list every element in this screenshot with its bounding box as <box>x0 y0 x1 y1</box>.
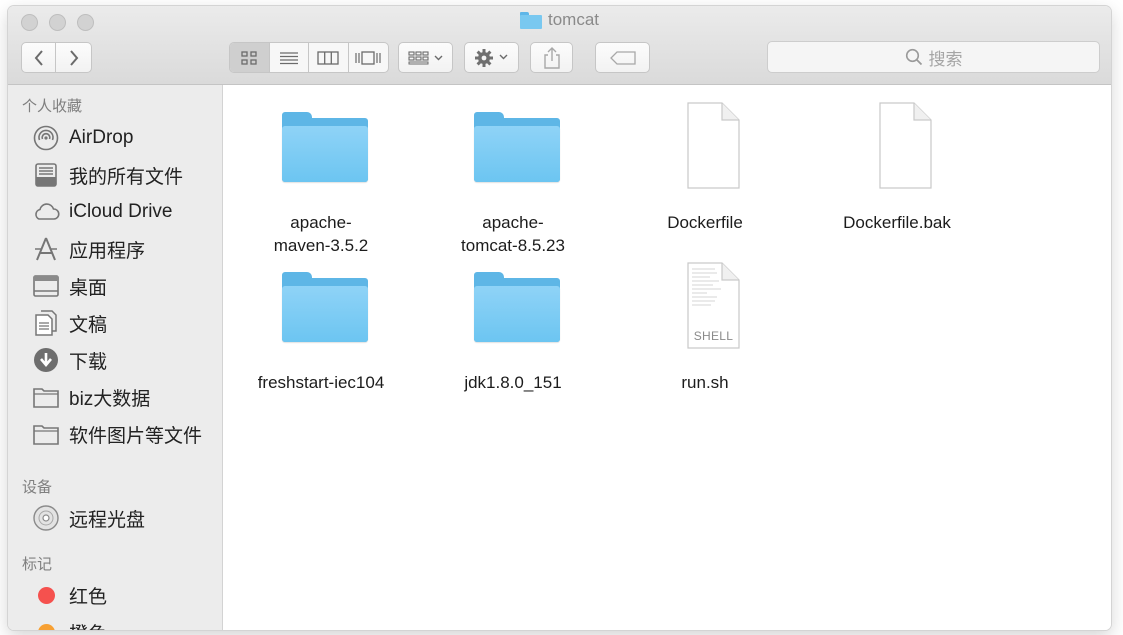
file-item-folder[interactable]: apache- tomcat-8.5.23 <box>417 101 609 257</box>
sidebar-item-documents[interactable]: 文稿 <box>32 308 217 338</box>
grid-view-icon <box>241 50 257 65</box>
remote-disc-icon <box>32 504 60 532</box>
sidebar-item-airdrop[interactable]: AirDrop <box>32 123 217 153</box>
sidebar-section-favorites: 个人收藏 <box>22 98 83 115</box>
back-button[interactable] <box>21 42 56 73</box>
sidebar-item-biz-bigdata[interactable]: biz大数据 <box>32 382 217 412</box>
search-icon <box>905 48 922 66</box>
sidebar-item-label: iCloud Drive <box>69 201 173 222</box>
chevron-left-icon <box>34 49 43 66</box>
sidebar-item-label: 下载 <box>69 351 108 373</box>
search-field[interactable]: 搜索 <box>767 41 1100 73</box>
sidebar-item-software[interactable]: 软件图片等文件 <box>32 419 217 449</box>
window-title-text: tomcat <box>547 10 600 29</box>
sidebar-item-label: 橙色 <box>69 619 107 631</box>
sidebar-item-downloads[interactable]: 下载 <box>32 345 217 375</box>
shell-script-icon: SHELL <box>655 261 755 361</box>
chevron-right-icon <box>69 49 78 66</box>
file-grid: apache- maven-3.5.2 apache- tomcat-8.5.2… <box>223 85 1111 630</box>
tag-dot-orange <box>32 618 60 630</box>
sidebar-item-label: 软件图片等文件 <box>69 425 203 447</box>
sidebar-item-tag-orange[interactable]: 橙色 <box>32 617 217 630</box>
arrange-button[interactable] <box>398 42 453 73</box>
sidebar-section-tags: 标记 <box>22 556 53 573</box>
documents-icon <box>32 309 60 337</box>
list-view-icon <box>279 51 298 64</box>
orange-dot-icon <box>37 623 55 630</box>
sidebar-item-icloud[interactable]: iCloud Drive <box>32 197 217 227</box>
toolbar: tomcat 搜索 <box>8 6 1111 85</box>
icon-view-button[interactable] <box>230 43 270 72</box>
share-icon <box>543 46 560 69</box>
view-mode-group <box>229 42 389 73</box>
sidebar-item-label: 红色 <box>69 586 108 608</box>
sidebar-item-label: 桌面 <box>69 277 108 299</box>
sidebar-item-desktop[interactable]: 桌面 <box>32 271 217 301</box>
document-icon <box>655 101 755 201</box>
share-button[interactable] <box>530 42 573 73</box>
red-dot-icon <box>37 586 55 604</box>
folder-icon <box>519 11 542 29</box>
sidebar-item-label: AirDrop <box>69 127 134 148</box>
applications-icon <box>32 235 60 263</box>
tag-dot-red <box>32 581 60 609</box>
search-placeholder: 搜索 <box>928 49 963 69</box>
folder-icon <box>463 261 563 361</box>
file-item-folder[interactable]: jdk1.8.0_151 <box>417 261 609 394</box>
folder-icon <box>463 101 563 201</box>
forward-button[interactable] <box>56 42 92 73</box>
cloud-icon <box>32 198 60 226</box>
file-name: freshstart-iec104 <box>257 373 385 392</box>
column-view-button[interactable] <box>309 43 349 72</box>
sidebar-item-applications[interactable]: 应用程序 <box>32 234 217 264</box>
gear-icon <box>474 48 507 67</box>
sidebar-item-all-files[interactable]: 我的所有文件 <box>32 160 217 190</box>
folder-icon <box>271 101 371 201</box>
tags-button[interactable] <box>595 42 650 73</box>
folder-icon <box>32 420 60 448</box>
sidebar-item-label: 文稿 <box>69 314 108 336</box>
sidebar-item-remote-disc[interactable]: 远程光盘 <box>32 503 217 533</box>
sidebar-item-label: 应用程序 <box>69 240 146 262</box>
arrange-icon <box>407 50 442 64</box>
desktop-icon <box>32 272 60 300</box>
file-name: run.sh <box>681 373 729 392</box>
airdrop-icon <box>32 124 60 152</box>
file-name: apache- tomcat-8.5.23 <box>461 213 565 255</box>
file-type-badge: SHELL <box>693 329 734 343</box>
folder-icon <box>32 383 60 411</box>
file-item-folder[interactable]: apache- maven-3.5.2 <box>225 101 417 257</box>
action-button[interactable] <box>464 42 519 73</box>
file-name: Dockerfile.bak <box>843 213 951 232</box>
file-item-folder[interactable]: freshstart-iec104 <box>225 261 417 394</box>
sidebar-section-devices: 设备 <box>22 479 53 496</box>
download-icon <box>32 346 60 374</box>
file-item-shell-script[interactable]: SHELL run.sh <box>609 261 801 394</box>
tag-icon <box>609 50 636 65</box>
column-view-icon <box>317 50 339 65</box>
file-name: Dockerfile <box>667 213 743 232</box>
sidebar: 个人收藏 AirDrop 我的所有文件 iCloud Drive 应用程序 桌面… <box>8 85 223 630</box>
file-name: jdk1.8.0_151 <box>464 373 562 392</box>
sidebar-item-label: biz大数据 <box>69 388 151 410</box>
list-view-button[interactable] <box>270 43 309 72</box>
folder-icon <box>271 261 371 361</box>
sidebar-item-label: 远程光盘 <box>69 509 146 531</box>
sidebar-item-label: 我的所有文件 <box>69 166 184 188</box>
file-name: apache- maven-3.5.2 <box>273 213 369 255</box>
window-title: tomcat <box>8 10 1111 32</box>
all-files-icon <box>32 161 60 189</box>
cover-flow-button[interactable] <box>349 43 389 72</box>
document-icon <box>847 101 947 201</box>
cover-flow-icon <box>355 50 381 65</box>
finder-window: tomcat 搜索 个人收藏 AirDrop 我的所有文件 iCloud Dri… <box>8 6 1111 630</box>
file-item-document[interactable]: Dockerfile.bak <box>801 101 993 234</box>
file-item-document[interactable]: Dockerfile <box>609 101 801 234</box>
sidebar-item-tag-red[interactable]: 红色 <box>32 580 217 610</box>
